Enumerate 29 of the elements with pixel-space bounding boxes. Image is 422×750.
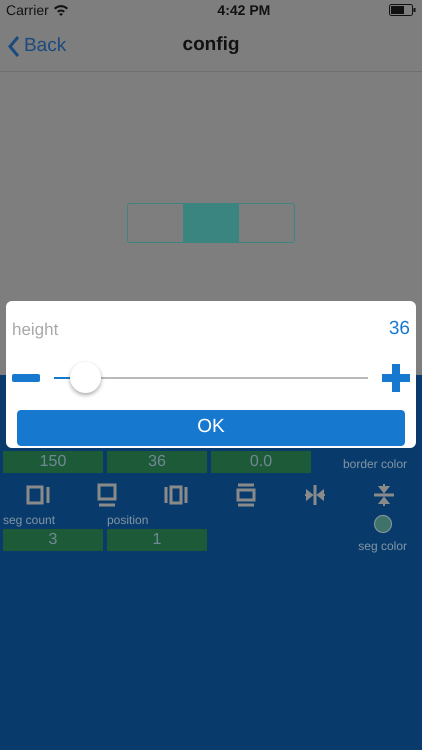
minus-icon[interactable] (12, 374, 40, 382)
border-color-label: border color (342, 456, 407, 473)
segment-bottom-icon[interactable] (94, 483, 119, 507)
value-field[interactable]: 150 (3, 451, 103, 473)
segment-both-sides-icon[interactable] (164, 483, 188, 507)
screen-title: config (182, 33, 240, 58)
back-button[interactable]: Back (8, 32, 66, 60)
segment-top-bottom-icon[interactable] (234, 483, 258, 507)
slider-label: height (12, 318, 58, 340)
status-time: 4:42 PM (217, 0, 270, 20)
battery-icon (388, 4, 416, 16)
value-field[interactable]: 36 (107, 451, 207, 473)
value-field[interactable]: 0.0 (211, 451, 311, 473)
seg-color-label: seg color (358, 538, 407, 555)
field-label: position (107, 512, 150, 529)
color-swatch[interactable] (374, 515, 392, 533)
segment-right-icon[interactable] (26, 483, 50, 507)
wifi-icon (52, 4, 69, 16)
value-field[interactable]: 1 (107, 529, 207, 551)
field-label: seg count (3, 512, 56, 529)
slider-value: 36 (388, 317, 410, 341)
compress-vertical-icon[interactable] (372, 483, 396, 507)
value-field[interactable]: 3 (3, 529, 103, 551)
compress-horizontal-icon[interactable] (302, 483, 327, 507)
plus-icon[interactable] (382, 364, 410, 392)
ok-button[interactable]: OK (17, 410, 405, 446)
back-chevron-icon (8, 36, 20, 57)
carrier-name: Carrier (6, 0, 49, 20)
slider-thumb[interactable] (70, 362, 102, 392)
